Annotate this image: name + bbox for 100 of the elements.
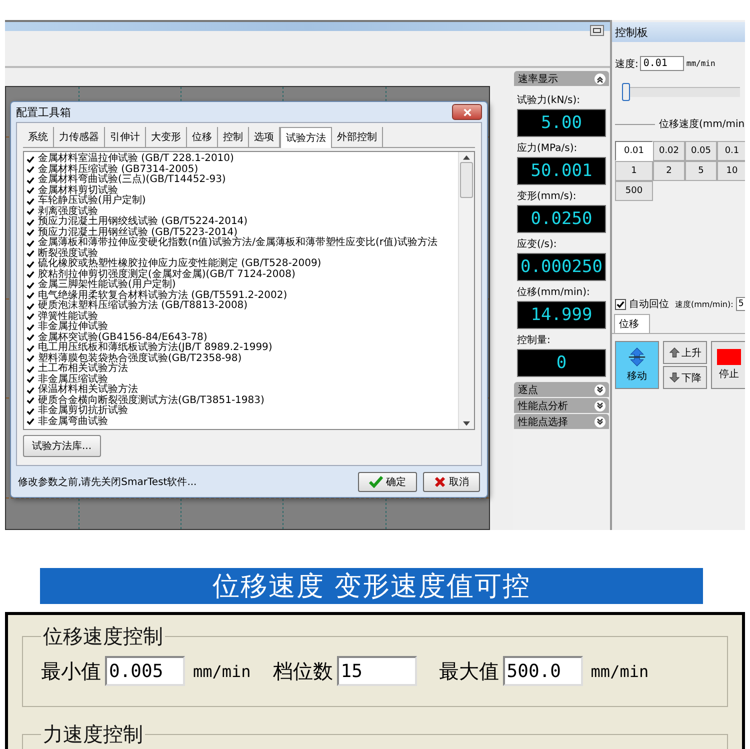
speed-preset-button[interactable]: 0.02 [653,141,685,161]
down-button[interactable]: 下降 [663,366,707,389]
speed-preset-button[interactable]: 10 [717,161,745,181]
checkbox[interactable] [26,364,35,374]
up-button[interactable]: 上升 [663,341,707,364]
speed-preset-button[interactable]: 2 [653,161,685,181]
speed-preset-button[interactable]: 1 [615,161,653,181]
checkbox[interactable] [615,298,626,310]
method-label[interactable]: 硫化橡胶或热塑性橡胶拉伸应力应变性能测定 (GB/T528-2009) [38,259,322,270]
expand-icon[interactable] [594,400,606,412]
speed-preset-button[interactable]: 0.1 [717,141,745,161]
method-label[interactable]: 预应力混凝土用钢绞线试验 (GB/T5224-2014) [38,217,248,228]
method-label[interactable]: 金属薄板和薄带拉伸应变硬化指数(n值)试验方法/金属薄板和薄带塑性应变比(r值)试验方法 [38,238,438,248]
checkbox[interactable] [26,176,35,185]
method-label[interactable]: 金属杯突试验(GB4156-84/E643-78) [38,332,208,343]
checkbox[interactable] [26,207,35,216]
checkbox[interactable] [26,270,35,280]
checkbox[interactable] [26,238,35,248]
stop-button[interactable]: 停止 [711,341,745,389]
checkbox[interactable] [26,196,35,206]
checkbox[interactable] [26,154,35,164]
tab[interactable]: 位移 [187,127,218,147]
method-label[interactable]: 塑料薄膜包装袋热合强度试验(GB/T2358-98) [38,354,242,364]
method-label[interactable]: 断裂强度试验 [38,248,98,259]
method-label[interactable]: 金属三脚架性能试验(用户定制) [38,280,176,290]
checkbox[interactable] [26,406,35,416]
scrollbar[interactable] [458,152,474,429]
speed-preset-button[interactable]: 0.01 [615,141,653,161]
section-header[interactable]: 速率显示 [514,71,609,86]
checkbox[interactable] [26,218,35,227]
checkbox[interactable] [26,165,35,174]
checkbox[interactable] [26,291,35,300]
tab[interactable]: 位移 [614,314,650,333]
checkbox[interactable] [26,386,35,395]
method-label[interactable]: 土工布相关试验方法 [38,364,128,374]
method-label[interactable]: 硬质泡沫塑料压缩试验方法 (GB/T8813-2008) [38,301,248,312]
value-input[interactable]: 500.0 [502,656,583,686]
close-button[interactable] [452,104,482,120]
value-input[interactable]: 0.005 [105,656,185,686]
scroll-up-icon[interactable] [463,155,470,160]
speed-preset-button[interactable]: 5 [685,161,717,181]
speed-input[interactable]: 0.01 [640,56,684,71]
checkbox[interactable] [26,322,35,332]
tab[interactable]: 力传感器 [54,127,105,147]
method-list[interactable] [23,151,475,430]
value-input[interactable]: 15 [336,656,417,686]
checkbox[interactable] [26,280,35,290]
checkbox[interactable] [26,249,35,258]
method-label[interactable]: 保温材料相关试验方法 [38,385,138,396]
checkbox[interactable] [26,260,35,269]
collapse-icon[interactable] [594,72,606,84]
method-label[interactable]: 非金属拉伸试验 [38,322,108,332]
checkbox[interactable] [26,186,35,196]
scroll-thumb[interactable] [460,162,473,198]
cancel-button[interactable]: 取消 [423,472,480,492]
move-button[interactable]: 移动 [615,341,659,389]
method-label[interactable]: 电工用压纸板和薄纸板试验方法(JB/T 8989.2-1999) [38,343,272,354]
scroll-down-icon[interactable] [463,421,470,426]
ok-button[interactable]: 确定 [358,472,417,492]
library-button[interactable]: 试验方法库... [23,435,101,457]
checkbox[interactable] [26,417,35,426]
checkbox[interactable] [26,354,35,364]
restore-icon[interactable] [590,25,604,36]
section-header[interactable]: 性能点分析 [514,398,609,413]
tab[interactable]: 引伸计 [105,127,146,147]
return-speed-input[interactable]: 5 [736,297,745,311]
tab[interactable]: 试验方法 [280,127,332,148]
method-label[interactable]: 金属材料压缩试验 (GB7314-2005) [38,164,198,175]
checkbox[interactable] [26,228,35,238]
speed-preset-button[interactable]: 500 [615,181,653,201]
checkbox[interactable] [26,312,35,322]
checkbox[interactable] [26,344,35,353]
method-label[interactable]: 胶粘剂拉伸剪切强度测定(金属对金属)(GB/T 7124-2008) [38,270,296,280]
tab[interactable]: 大变形 [146,127,187,147]
speed-preset-button[interactable]: 0.05 [685,141,717,161]
method-label[interactable]: 非金属剪切抗折试验 [38,406,128,416]
method-label[interactable]: 非金属弯曲试验 [38,416,108,427]
method-label[interactable]: 金属材料室温拉伸试验 (GB/T 228.1-2010) [38,154,234,164]
checkbox[interactable] [26,302,35,311]
slider-thumb[interactable] [622,83,630,101]
checkbox[interactable] [26,396,35,406]
method-label[interactable]: 剥离强度试验 [38,206,98,217]
section-header[interactable]: 逐点 [514,382,609,397]
tab[interactable]: 系统 [23,127,54,147]
checkbox[interactable] [26,333,35,342]
tab[interactable]: 外部控制 [332,127,383,147]
section-header[interactable]: 性能点选择 [514,414,609,429]
method-label[interactable]: 预应力混凝土用钢丝试验 (GB/T5223-2014) [38,228,238,238]
tab[interactable]: 控制 [218,127,249,147]
cross-icon [434,476,446,488]
method-label[interactable]: 硬质合金横向断裂强度测试方法(GB/T3851-1983) [38,396,264,406]
method-label[interactable]: 金属材料剪切试验 [38,186,118,196]
method-label[interactable]: 电气绝缘用柔软复合材料试验方法 (GB/T5591.2-2002) [38,290,288,301]
checkbox[interactable] [26,375,35,384]
expand-icon[interactable] [594,416,606,428]
method-label[interactable]: 非金属压缩试验 [38,374,108,385]
expand-icon[interactable] [594,384,606,396]
method-label[interactable]: 金属材料弯曲试验(三点)(GB/T14452-93) [38,175,226,186]
method-label[interactable]: 弹簧性能试验 [38,312,98,322]
method-label[interactable]: 车轮静压试验(用户定制) [38,196,146,206]
